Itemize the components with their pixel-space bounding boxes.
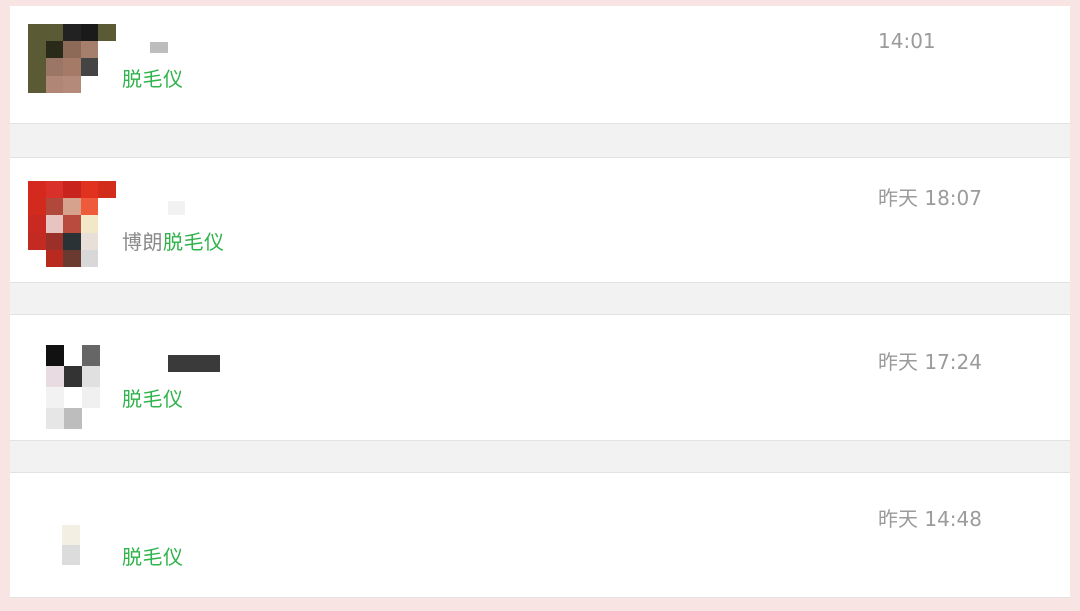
avatar bbox=[28, 345, 116, 431]
message-snippet: 脱毛仪 bbox=[122, 387, 184, 411]
chat-search-results: 脱毛仪 14:01 博朗脱毛仪 昨天 18:07 脱毛仪 昨天 17:24 脱毛… bbox=[10, 6, 1070, 598]
timestamp: 昨天 17:24 bbox=[878, 350, 982, 374]
snippet-keyword: 脱毛仪 bbox=[122, 545, 184, 569]
snippet-prefix: 博朗 bbox=[122, 230, 163, 254]
chat-result-row[interactable]: 脱毛仪 14:01 bbox=[10, 6, 1070, 124]
contact-name-redacted bbox=[168, 355, 220, 372]
timestamp: 昨天 18:07 bbox=[878, 186, 982, 210]
avatar bbox=[28, 181, 116, 267]
contact-name-redacted bbox=[150, 42, 168, 53]
avatar bbox=[28, 525, 116, 611]
timestamp: 14:01 bbox=[878, 29, 936, 53]
chat-result-row[interactable]: 博朗脱毛仪 昨天 18:07 bbox=[10, 157, 1070, 283]
chat-result-row[interactable]: 脱毛仪 昨天 14:48 bbox=[10, 472, 1070, 598]
snippet-keyword: 脱毛仪 bbox=[122, 67, 184, 91]
message-snippet: 脱毛仪 bbox=[122, 67, 184, 91]
contact-name-redacted bbox=[168, 201, 185, 215]
timestamp: 昨天 14:48 bbox=[878, 507, 982, 531]
snippet-keyword: 脱毛仪 bbox=[163, 230, 225, 254]
chat-result-row[interactable]: 脱毛仪 昨天 17:24 bbox=[10, 314, 1070, 441]
snippet-keyword: 脱毛仪 bbox=[122, 387, 184, 411]
avatar bbox=[28, 24, 116, 110]
message-snippet: 博朗脱毛仪 bbox=[122, 230, 225, 254]
message-snippet: 脱毛仪 bbox=[122, 545, 184, 569]
